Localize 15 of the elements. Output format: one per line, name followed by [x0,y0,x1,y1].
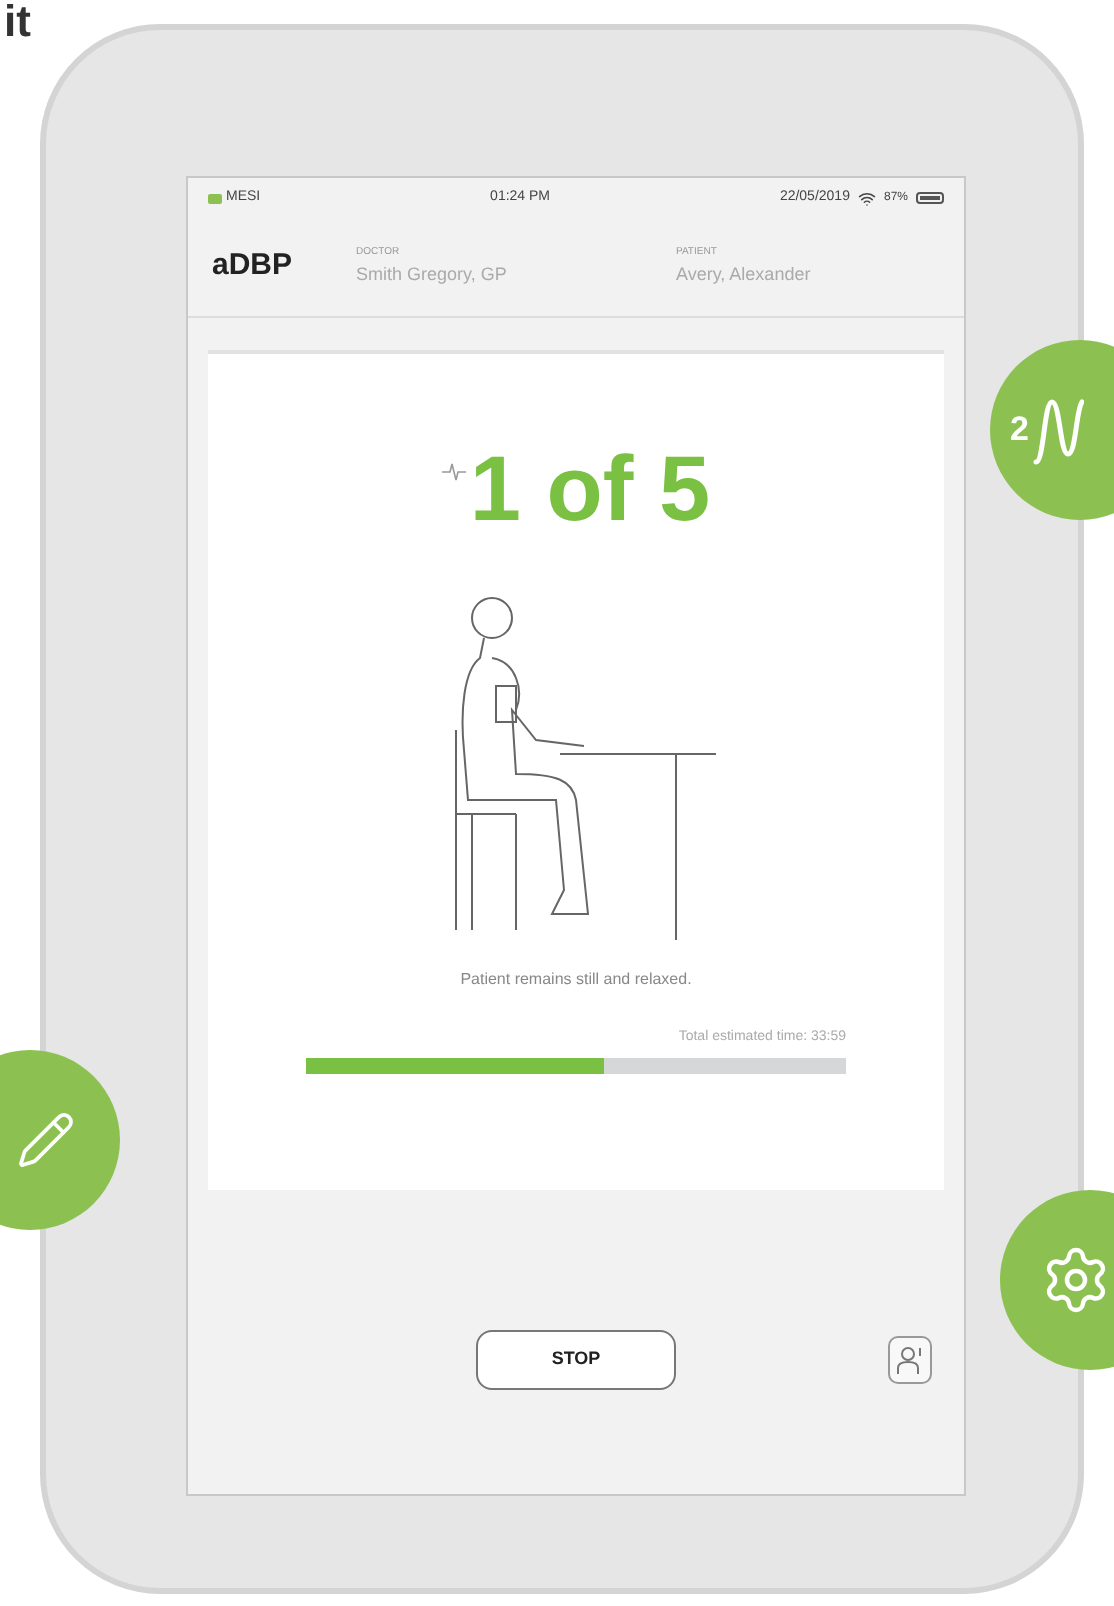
instruction-text: Patient remains still and relaxed. [460,968,692,992]
app-title: aDBP [212,246,295,287]
person-icon [896,1344,924,1376]
wifi-icon [857,189,876,207]
badge-number: 2 [1010,408,1029,453]
doctor-name: Smith Gregory, GP [356,261,509,288]
battery-icon [916,192,944,204]
wave-icon [1032,394,1085,466]
measurement-counter: 1 of 5 [469,442,711,534]
page-heading: it [4,0,31,44]
pencil-icon [16,1110,76,1170]
pulse-icon [441,462,466,482]
person-icon-button[interactable] [888,1336,932,1384]
stop-button[interactable]: STOP [476,1330,676,1390]
patient-name: Avery, Alexander [676,261,811,288]
